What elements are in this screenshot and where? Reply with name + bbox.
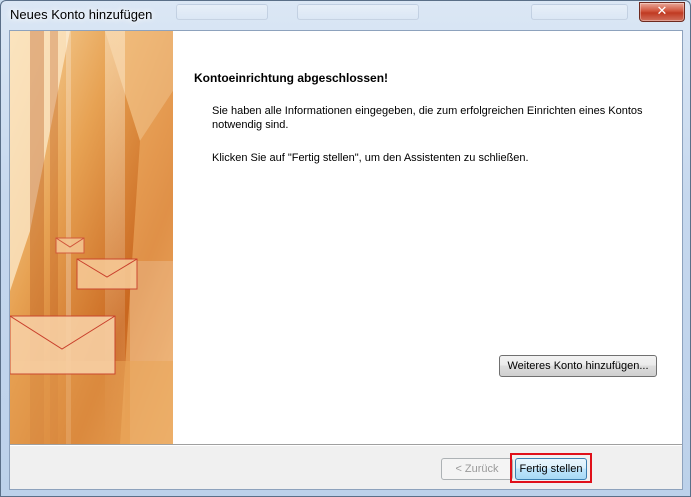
wizard-side-illustration — [10, 31, 173, 444]
dialog-client-area: Kontoeinrichtung abgeschlossen! Sie habe… — [9, 30, 683, 490]
envelope-icon — [55, 237, 85, 254]
dialog-window: Neues Konto hinzufügen ✕ Kontoeinrichtun… — [0, 0, 691, 497]
envelope-icon — [10, 315, 116, 375]
title-bar[interactable]: Neues Konto hinzufügen ✕ — [1, 1, 690, 30]
close-button[interactable]: ✕ — [639, 2, 685, 22]
page-heading: Kontoeinrichtung abgeschlossen! — [194, 71, 389, 85]
background-window-tab — [531, 4, 628, 20]
close-icon: ✕ — [656, 4, 668, 19]
footer-separator — [10, 444, 682, 446]
background-window-tab — [176, 4, 268, 20]
window-title: Neues Konto hinzufügen — [10, 7, 153, 22]
add-another-account-button[interactable]: Weiteres Konto hinzufügen... — [499, 355, 657, 377]
back-button[interactable]: < Zurück — [441, 458, 513, 480]
content-panel: Kontoeinrichtung abgeschlossen! Sie habe… — [10, 31, 682, 444]
instruction-paragraph: Klicken Sie auf "Fertig stellen", um den… — [212, 152, 529, 164]
background-window-tab — [297, 4, 419, 20]
finish-button-highlight — [510, 453, 592, 483]
info-paragraph: Sie haben alle Informationen eingegeben,… — [212, 105, 643, 131]
envelope-icon — [76, 258, 138, 290]
